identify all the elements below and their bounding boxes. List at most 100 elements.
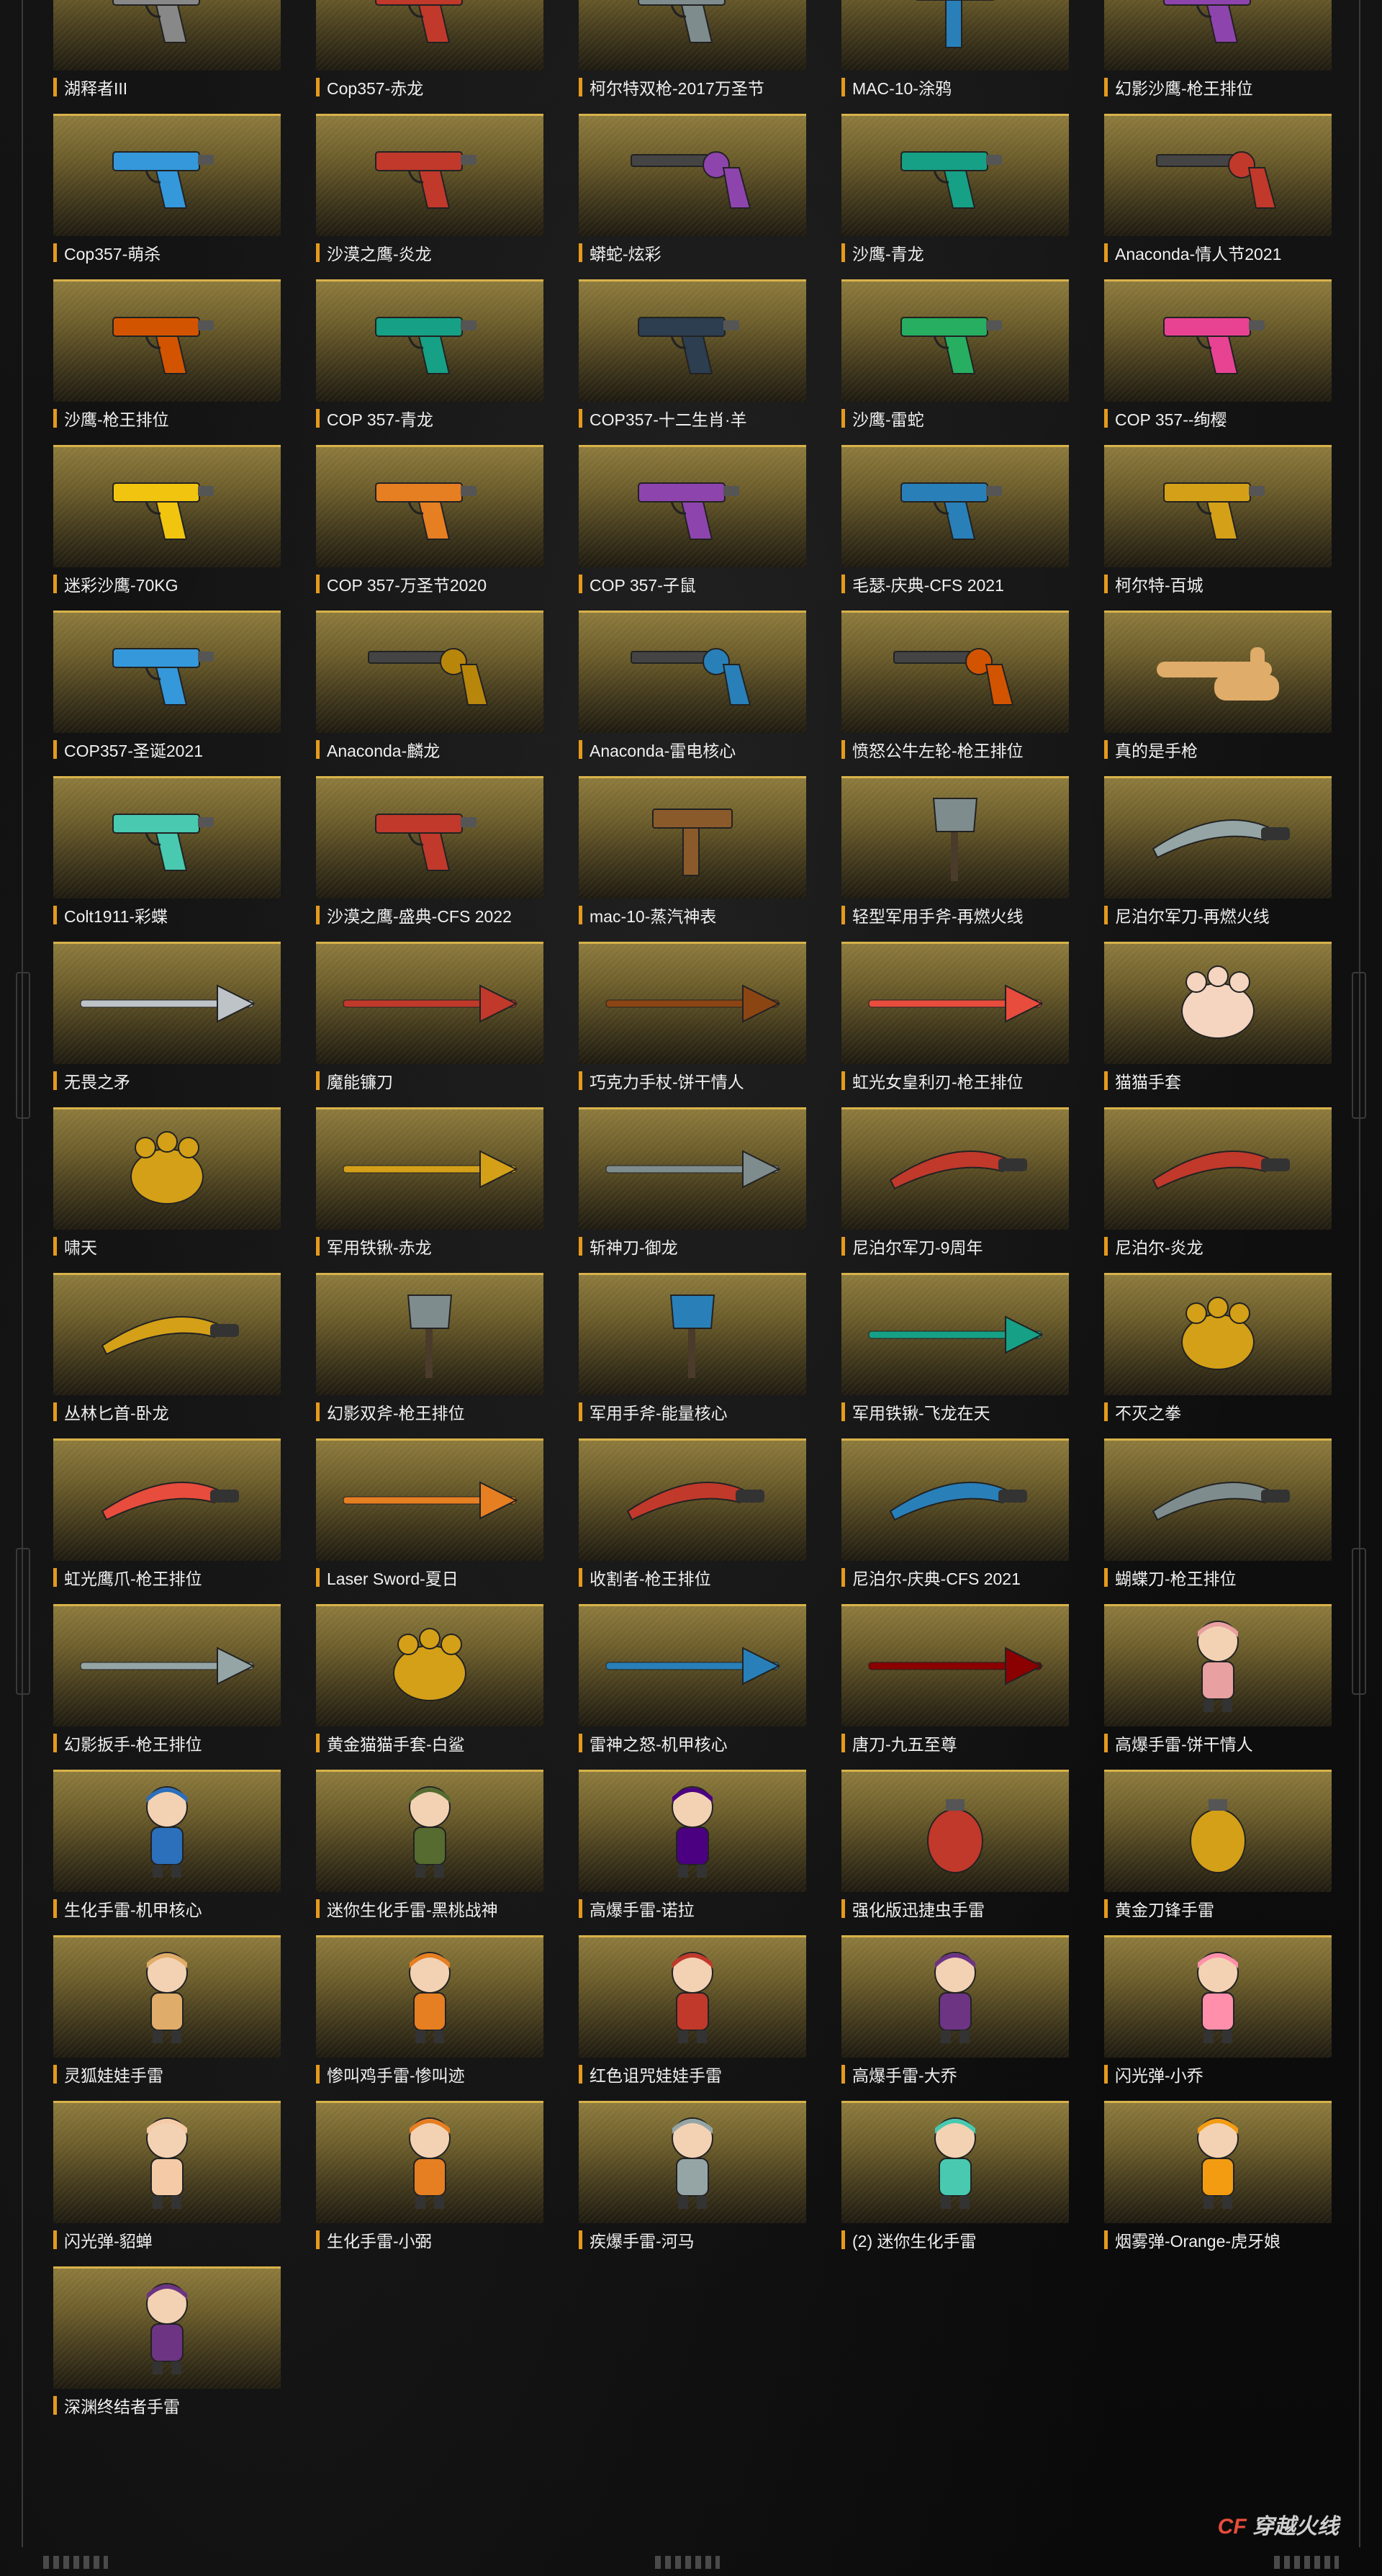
- weapon-card[interactable]: mac-10-蒸汽神表: [579, 776, 806, 942]
- weapon-card[interactable]: 不灭之拳: [1104, 1273, 1332, 1438]
- weapon-card[interactable]: 巧克力手杖-饼干情人: [579, 942, 806, 1107]
- weapon-card[interactable]: 沙漠之鹰-盛典-CFS 2022: [316, 776, 543, 942]
- cf-logo-text: 穿越火线: [1252, 2515, 1339, 2539]
- weapon-card[interactable]: 幻影双斧-枪王排位: [316, 1273, 543, 1438]
- weapon-card[interactable]: 深渊终结者手雷: [53, 2266, 281, 2432]
- weapon-card[interactable]: 啸天: [53, 1107, 281, 1273]
- weapon-card[interactable]: 唐刀-九五至尊: [841, 1604, 1069, 1770]
- weapon-card[interactable]: 沙鹰-枪王排位: [53, 279, 281, 445]
- weapon-card[interactable]: 烟雾弹-Orange-虎牙娘: [1104, 2101, 1332, 2266]
- weapon-card[interactable]: 雷神之怒-机甲核心: [579, 1604, 806, 1770]
- weapon-card[interactable]: 黄金猫猫手套-白鲨: [316, 1604, 543, 1770]
- weapon-card[interactable]: 军用铁锹-赤龙: [316, 1107, 543, 1273]
- weapon-card[interactable]: COP 357--绚樱: [1104, 279, 1332, 445]
- weapon-label: 尼泊尔军刀-再燃火线: [1104, 904, 1270, 926]
- weapon-card[interactable]: 黄金刀锋手雷: [1104, 1770, 1332, 1935]
- weapon-tile: [579, 942, 806, 1064]
- weapon-card[interactable]: 收割者-枪王排位: [579, 1438, 806, 1604]
- weapon-tile: [841, 1438, 1069, 1561]
- weapon-card[interactable]: 湖释者III: [53, 0, 281, 114]
- weapon-card[interactable]: 迷你生化手雷-黑桃战神: [316, 1770, 543, 1935]
- weapon-card[interactable]: Anaconda-情人节2021: [1104, 114, 1332, 279]
- weapon-card[interactable]: (2) 迷你生化手雷: [841, 2101, 1069, 2266]
- weapon-card[interactable]: 无畏之矛: [53, 942, 281, 1107]
- weapon-label: 巧克力手杖-饼干情人: [579, 1070, 744, 1091]
- weapon-card[interactable]: 红色诅咒娃娃手雷: [579, 1935, 806, 2101]
- weapon-card[interactable]: COP 357-万圣节2020: [316, 445, 543, 611]
- weapon-tile: [53, 445, 281, 567]
- smg-icon: [579, 791, 806, 885]
- weapon-card[interactable]: 生化手雷-机甲核心: [53, 1770, 281, 1935]
- weapon-card[interactable]: 斩神刀-御龙: [579, 1107, 806, 1273]
- weapon-card[interactable]: 沙鹰-青龙: [841, 114, 1069, 279]
- weapon-card[interactable]: 毛瑟-庆典-CFS 2021: [841, 445, 1069, 611]
- weapon-card[interactable]: COP 357-青龙: [316, 279, 543, 445]
- weapon-card[interactable]: 生化手雷-小弼: [316, 2101, 543, 2266]
- weapon-card[interactable]: Colt1911-彩蝶: [53, 776, 281, 942]
- weapon-card[interactable]: Laser Sword-夏日: [316, 1438, 543, 1604]
- weapon-card[interactable]: 柯尔特-百城: [1104, 445, 1332, 611]
- weapon-card[interactable]: 尼泊尔-庆典-CFS 2021: [841, 1438, 1069, 1604]
- weapon-card[interactable]: 幻影扳手-枪王排位: [53, 1604, 281, 1770]
- weapon-card[interactable]: Cop357-萌杀: [53, 114, 281, 279]
- weapon-card[interactable]: 幻影沙鹰-枪王排位: [1104, 0, 1332, 114]
- weapon-card[interactable]: 高爆手雷-诺拉: [579, 1770, 806, 1935]
- weapon-card[interactable]: Cop357-赤龙: [316, 0, 543, 114]
- weapon-label: 深渊终结者手雷: [53, 2395, 180, 2416]
- weapon-card[interactable]: 疾爆手雷-河马: [579, 2101, 806, 2266]
- weapon-card[interactable]: 灵狐娃娃手雷: [53, 1935, 281, 2101]
- weapon-label: COP 357-万圣节2020: [316, 573, 487, 595]
- weapon-tile: [841, 611, 1069, 733]
- weapon-card[interactable]: 军用铁锹-飞龙在天: [841, 1273, 1069, 1438]
- weapon-card[interactable]: COP357-圣诞2021: [53, 611, 281, 776]
- weapon-card[interactable]: 沙漠之鹰-炎龙: [316, 114, 543, 279]
- weapon-card[interactable]: 柯尔特双枪-2017万圣节: [579, 0, 806, 114]
- weapon-card[interactable]: Anaconda-麟龙: [316, 611, 543, 776]
- weapon-card[interactable]: 尼泊尔军刀-9周年: [841, 1107, 1069, 1273]
- weapon-card[interactable]: 高爆手雷-大乔: [841, 1935, 1069, 2101]
- weapon-card[interactable]: Anaconda-雷电核心: [579, 611, 806, 776]
- pistol-icon: [579, 294, 806, 388]
- weapon-card[interactable]: 闪光弹-貂蝉: [53, 2101, 281, 2266]
- weapon-card[interactable]: 真的是手枪: [1104, 611, 1332, 776]
- weapon-label: 唐刀-九五至尊: [841, 1732, 957, 1754]
- weapon-tile: [53, 1273, 281, 1395]
- weapon-tile: [841, 445, 1069, 567]
- weapon-label: 收割者-枪王排位: [579, 1567, 711, 1588]
- pistol-icon: [53, 626, 281, 719]
- weapon-card[interactable]: COP 357-子鼠: [579, 445, 806, 611]
- weapon-card[interactable]: 蟒蛇-炫彩: [579, 114, 806, 279]
- weapon-card[interactable]: 尼泊尔-炎龙: [1104, 1107, 1332, 1273]
- weapon-card[interactable]: 迷彩沙鹰-70KG: [53, 445, 281, 611]
- weapon-tile: [316, 942, 543, 1064]
- weapon-card[interactable]: 沙鹰-雷蛇: [841, 279, 1069, 445]
- weapon-card[interactable]: 虹光女皇利刃-枪王排位: [841, 942, 1069, 1107]
- weapon-card[interactable]: 强化版迅捷虫手雷: [841, 1770, 1069, 1935]
- weapon-card[interactable]: MAC-10-涂鸦: [841, 0, 1069, 114]
- weapon-card[interactable]: 猫猫手套: [1104, 942, 1332, 1107]
- weapon-card[interactable]: 蝴蝶刀-枪王排位: [1104, 1438, 1332, 1604]
- weapon-card[interactable]: 军用手斧-能量核心: [579, 1273, 806, 1438]
- weapon-card[interactable]: 高爆手雷-饼干情人: [1104, 1604, 1332, 1770]
- weapon-tile: [316, 1273, 543, 1395]
- weapon-card[interactable]: 虹光鹰爪-枪王排位: [53, 1438, 281, 1604]
- revolver-icon: [1104, 129, 1332, 222]
- weapon-tile: [841, 279, 1069, 402]
- weapon-label: 蟒蛇-炫彩: [579, 242, 661, 264]
- weapon-card[interactable]: 丛林匕首-卧龙: [53, 1273, 281, 1438]
- weapon-card[interactable]: 闪光弹-小乔: [1104, 1935, 1332, 2101]
- weapon-card[interactable]: 轻型军用手斧-再燃火线: [841, 776, 1069, 942]
- weapon-card[interactable]: 尼泊尔军刀-再燃火线: [1104, 776, 1332, 942]
- weapon-label: 毛瑟-庆典-CFS 2021: [841, 573, 1004, 595]
- weapon-label: 沙漠之鹰-盛典-CFS 2022: [316, 904, 512, 926]
- weapon-tile: [841, 1107, 1069, 1230]
- weapon-card[interactable]: 魔能镰刀: [316, 942, 543, 1107]
- weapon-label: 高爆手雷-大乔: [841, 2063, 957, 2085]
- weapon-card[interactable]: COP357-十二生肖·羊: [579, 279, 806, 445]
- weapon-card[interactable]: 愤怒公牛左轮-枪王排位: [841, 611, 1069, 776]
- grenade-doll-icon: [316, 1785, 543, 1878]
- weapon-label: 无畏之矛: [53, 1070, 130, 1091]
- staff-icon: [579, 957, 806, 1050]
- weapon-tile: [1104, 1438, 1332, 1561]
- weapon-card[interactable]: 惨叫鸡手雷-惨叫迹: [316, 1935, 543, 2101]
